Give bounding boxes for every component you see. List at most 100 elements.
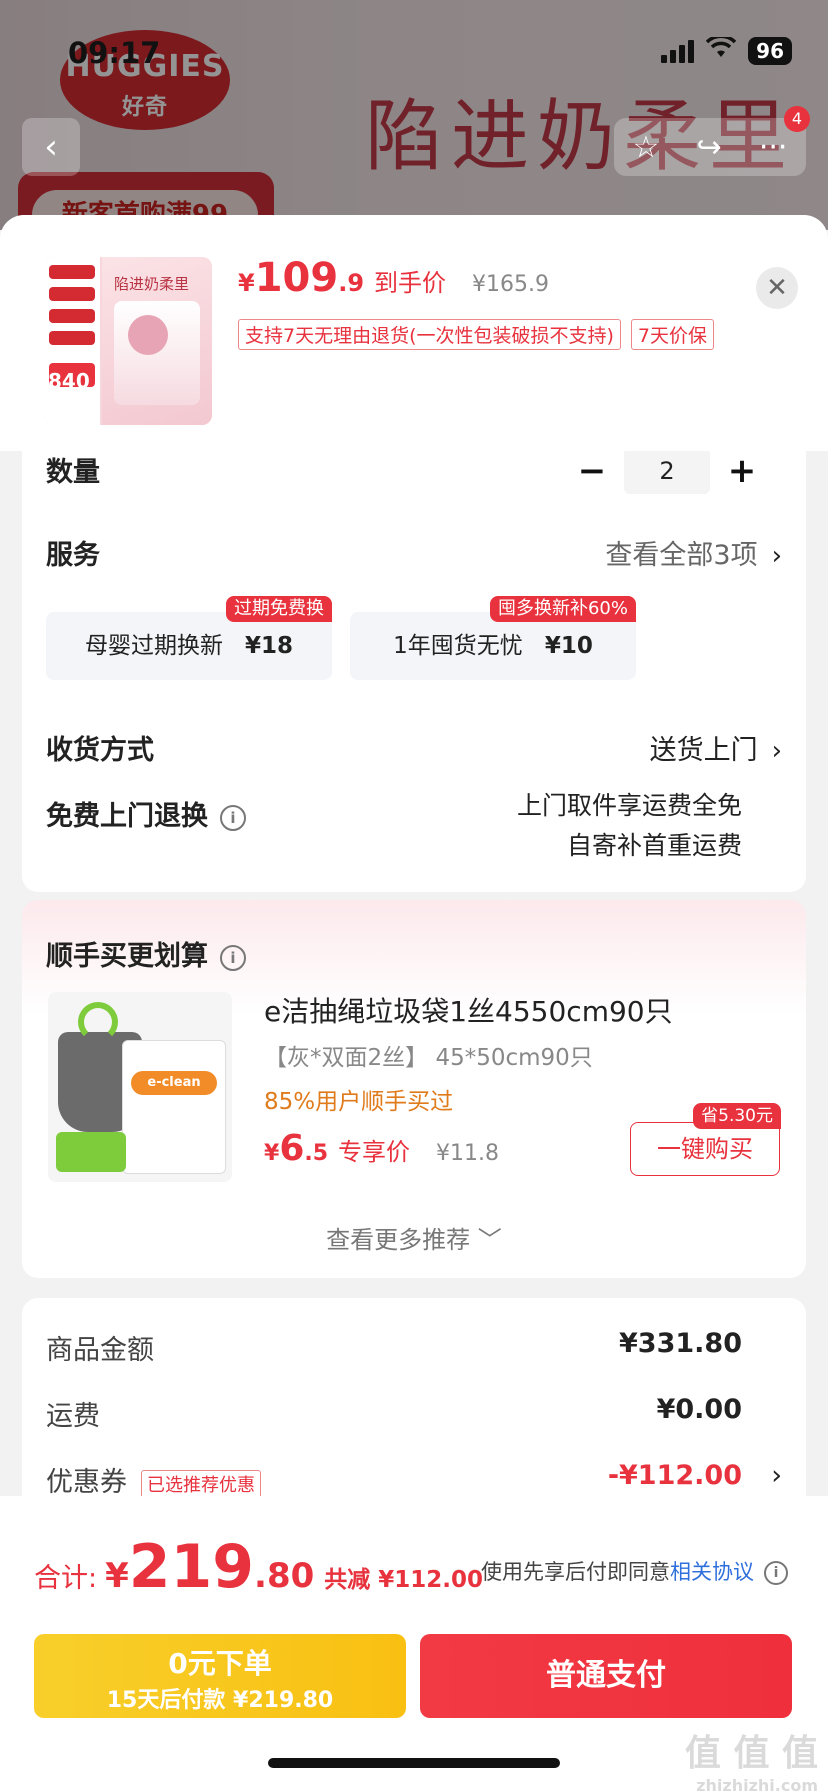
chevron-right-icon: ›: [771, 1460, 782, 1491]
shipping-row: 运费 ¥0.00: [46, 1394, 782, 1434]
free-return-text: 上门取件享运费全免 自寄补首重运费: [517, 786, 742, 866]
service-option-price: ¥10: [544, 633, 593, 659]
package-brand: e-clean: [131, 1071, 217, 1095]
status-time: 09:17: [68, 36, 161, 70]
recommend-item-buyers: 85%用户顺手买过: [264, 1089, 454, 1115]
recommend-original-price: ¥11.8: [436, 1141, 500, 1166]
quantity-label: 数量: [46, 457, 100, 488]
original-price: ¥165.9: [472, 272, 550, 297]
coupon-tag: 已选推荐优惠: [141, 1469, 261, 1498]
coupon-value: -¥112.00: [607, 1460, 742, 1491]
recommend-item-name[interactable]: e洁抽绳垃圾袋1丝4550cm90只: [264, 990, 673, 1030]
chevron-right-icon: ›: [771, 541, 782, 571]
delivery-label: 收货方式: [46, 735, 154, 766]
save-badge: 省5.30元: [693, 1103, 781, 1129]
view-all-services[interactable]: 查看全部3项 ›: [605, 533, 782, 572]
goods-amount-value: ¥331.80: [619, 1328, 742, 1359]
service-option-badge: 过期免费换: [226, 596, 332, 622]
price-protect-tag: 7天价保: [630, 319, 715, 350]
overlay-dim[interactable]: [0, 0, 828, 230]
checkout-bar: 合计: ¥219.80 共减 ¥112.00 使用先享后付即同意相关协议 i 0元…: [0, 1496, 828, 1792]
service-option-expiry[interactable]: 母婴过期换新 ¥18 过期免费换: [46, 596, 332, 680]
service-option-name: 1年囤货无忧: [393, 633, 523, 659]
price-line: ¥109.9 到手价 ¥165.9: [238, 255, 549, 301]
service-option-badge: 囤多换新补60%: [489, 596, 636, 622]
thumb-package: 陷进奶柔里: [102, 257, 212, 425]
watermark: 值 值 值 zhizhizhi.com: [684, 1733, 818, 1792]
quantity-value[interactable]: 2: [624, 448, 710, 494]
one-click-buy-button[interactable]: 一键购买 省5.30元: [630, 1103, 781, 1176]
pay-later-subtitle: 15天后付款 ¥219.80: [106, 1688, 334, 1713]
info-icon[interactable]: i: [220, 804, 246, 831]
free-return-line2: 自寄补首重运费: [566, 831, 742, 860]
free-return-line1: 上门取件享运费全免: [516, 791, 742, 820]
thumb-slogan: 陷进奶柔里: [114, 275, 190, 293]
more-recommend-link[interactable]: 查看更多推荐 ﹀: [22, 1220, 806, 1255]
close-button[interactable]: ✕: [756, 267, 798, 309]
product-header: 840 陷进奶柔里 ¥109.9 到手价 ¥165.9 支持7天无理由退货(一次…: [0, 215, 828, 451]
recommend-title: 顺手买更划算 i: [46, 934, 246, 973]
info-icon[interactable]: i: [764, 1561, 788, 1585]
agreement-link[interactable]: 相关协议: [670, 1560, 754, 1584]
pay-later-button[interactable]: 0元下单 15天后付款 ¥219.80: [34, 1634, 406, 1718]
order-sheet: 840 陷进奶柔里 ¥109.9 到手价 ¥165.9 支持7天无理由退货(一次…: [0, 215, 828, 1792]
chevron-left-icon: ‹: [44, 127, 58, 167]
service-option-name: 母婴过期换新: [84, 633, 223, 659]
service-label: 服务: [46, 540, 100, 571]
chevron-right-icon: ›: [771, 736, 782, 766]
share-icon[interactable]: ↪: [697, 130, 722, 165]
minus-button[interactable]: −: [572, 451, 612, 491]
plus-button[interactable]: +: [722, 451, 762, 491]
service-option-stockup[interactable]: 1年囤货无忧 ¥10 囤多换新补60%: [350, 596, 636, 680]
options-card: 数量 − 2 + 服务 查看全部3项 › 母婴过期换新 ¥18 过期免费换 1年囤货…: [22, 420, 806, 892]
agreement-text: 使用先享后付即同意相关协议 i: [481, 1556, 788, 1586]
total-reduce: 共减 ¥112.00: [324, 1567, 484, 1593]
recommend-price-label: 专享价: [338, 1138, 411, 1166]
back-button[interactable]: ‹: [22, 118, 80, 176]
total-amount: 合计: ¥219.80 共减 ¥112.00: [34, 1532, 484, 1602]
home-indicator: [268, 1758, 560, 1768]
free-return-row: 免费上门退换 i 上门取件享运费全免 自寄补首重运费: [46, 786, 782, 876]
recommend-item-spec: 【灰*双面2丝】 45*50cm90只: [264, 1045, 593, 1071]
recommend-final-price: ¥6.5: [264, 1128, 329, 1169]
thumb-promo-strip: 840: [44, 257, 100, 425]
shipping-value: ¥0.00: [656, 1394, 742, 1425]
product-thumbnail: 840 陷进奶柔里: [44, 257, 212, 425]
final-price-label: 到手价: [374, 269, 447, 297]
diaper-pack-image: [114, 301, 200, 405]
coupon-label: 优惠券 已选推荐优惠: [46, 1460, 261, 1499]
signal-icon: [661, 39, 695, 63]
status-icons: 96: [661, 34, 792, 66]
delivery-value: 送货上门 ›: [649, 735, 782, 766]
cart-badge: 4: [784, 106, 810, 132]
service-options: 母婴过期换新 ¥18 过期免费换 1年囤货无忧 ¥10 囤多换新补60%: [46, 596, 636, 680]
goods-amount-row: 商品金额 ¥331.80: [46, 1328, 782, 1368]
quantity-stepper: − 2 +: [572, 448, 762, 494]
delivery-row[interactable]: 收货方式 送货上门 ›: [46, 720, 782, 770]
favorite-star-icon[interactable]: ☆: [633, 130, 660, 165]
shipping-label: 运费: [46, 1401, 100, 1432]
total-label: 合计:: [34, 1563, 98, 1594]
battery-icon: 96: [748, 37, 792, 65]
goods-amount-label: 商品金额: [46, 1335, 154, 1366]
free-return-label: 免费上门退换 i: [46, 794, 246, 833]
pay-later-title: 0元下单: [168, 1647, 272, 1680]
service-option-price: ¥18: [244, 633, 293, 659]
more-icon[interactable]: ···: [759, 130, 788, 165]
close-icon: ✕: [766, 273, 788, 303]
service-row: 服务 查看全部3项 ›: [46, 525, 782, 575]
policy-tags: 支持7天无理由退货(一次性包装破损不支持) 7天价保: [238, 319, 715, 350]
summary-card: 商品金额 ¥331.80 运费 ¥0.00 优惠券 已选推荐优惠 -¥112.00…: [22, 1298, 806, 1518]
normal-pay-button[interactable]: 普通支付: [420, 1634, 792, 1718]
nav-actions: ☆ ↪ ··· 4: [614, 106, 810, 176]
final-price: ¥109.9: [238, 255, 365, 301]
wifi-icon: [705, 34, 737, 66]
coupon-row[interactable]: 优惠券 已选推荐优惠 -¥112.00 ›: [46, 1460, 782, 1500]
info-icon[interactable]: i: [220, 944, 246, 971]
return-policy-tag: 支持7天无理由退货(一次性包装破损不支持): [238, 319, 621, 350]
recommend-card: 顺手买更划算 i e-clean e洁抽绳垃圾袋1丝4550cm90只 【灰*双面…: [22, 900, 806, 1278]
background-page: HUGGIES 好奇 陷进奶柔里 新客首购满99: [0, 0, 828, 230]
recommend-price: ¥6.5 专享价 ¥11.8: [264, 1128, 499, 1169]
thumb-price: 840: [48, 369, 90, 393]
trash-bag-image[interactable]: e-clean: [48, 992, 232, 1182]
